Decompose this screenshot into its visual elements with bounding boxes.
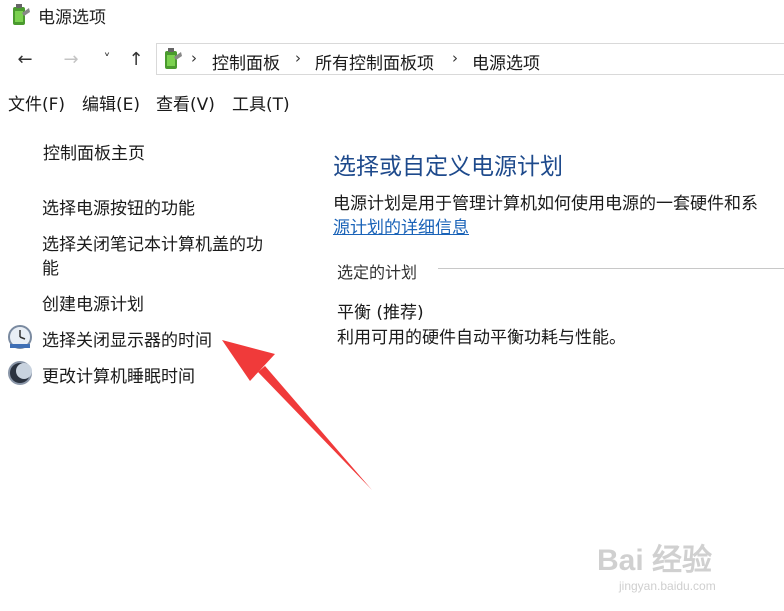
forward-button[interactable]: → xyxy=(60,50,82,70)
address-bar[interactable]: › 控制面板 › 所有控制面板项 › 电源选项 xyxy=(156,43,784,75)
sidebar-item-create-plan[interactable]: 创建电源计划 xyxy=(42,290,144,315)
menu-edit[interactable]: 编辑(E) xyxy=(82,90,140,115)
breadcrumb-power-options[interactable]: 电源选项 xyxy=(472,49,540,74)
window-title: 电源选项 xyxy=(38,8,106,28)
sidebar-item-sleep-time[interactable]: 更改计算机睡眠时间 xyxy=(42,362,195,387)
clock-icon xyxy=(8,325,32,349)
power-plan-details-link[interactable]: 源计划的详细信息 xyxy=(333,213,469,238)
recent-locations-button[interactable]: ˅ xyxy=(96,50,118,70)
back-button[interactable]: ← xyxy=(14,50,36,70)
sidebar-item-power-button[interactable]: 选择电源按钮的功能 xyxy=(42,194,195,219)
plan-name[interactable]: 平衡 (推荐) xyxy=(337,298,424,323)
breadcrumb-control-panel[interactable]: 控制面板 xyxy=(212,49,280,74)
sidebar: 控制面板主页 选择电源按钮的功能 选择关闭笔记本计算机盖的功 能 创建电源计划 … xyxy=(0,120,310,611)
breadcrumb-separator[interactable]: › xyxy=(452,49,458,67)
watermark-brand: Bai 经验 xyxy=(597,544,713,577)
breadcrumb-all-items[interactable]: 所有控制面板项 xyxy=(315,49,434,74)
control-panel-icon xyxy=(165,48,182,69)
control-panel-home-link[interactable]: 控制面板主页 xyxy=(43,139,145,164)
title-bar: 电源选项 xyxy=(0,0,784,30)
sidebar-item-lid-close-cont[interactable]: 能 xyxy=(42,254,59,279)
description-text: 电源计划是用于管理计算机如何使用电源的一套硬件和系 xyxy=(333,194,758,214)
menu-view[interactable]: 查看(V) xyxy=(156,90,215,115)
section-divider xyxy=(438,268,784,269)
moon-icon xyxy=(8,361,32,385)
plan-description: 利用可用的硬件自动平衡功耗与性能。 xyxy=(337,328,626,348)
breadcrumb-separator[interactable]: › xyxy=(295,49,301,67)
menu-file[interactable]: 文件(F) xyxy=(8,90,65,115)
power-options-icon xyxy=(13,4,30,25)
menu-bar: 文件(F) 编辑(E) 查看(V) 工具(T) xyxy=(0,88,784,116)
watermark: Bai 经验 jingyan.baidu.com xyxy=(597,535,777,605)
breadcrumb-separator[interactable]: › xyxy=(191,49,197,67)
sidebar-item-lid-close[interactable]: 选择关闭笔记本计算机盖的功 xyxy=(42,230,263,255)
watermark-url: jingyan.baidu.com xyxy=(619,579,716,593)
selected-plan-label: 选定的计划 xyxy=(337,263,418,282)
up-button[interactable]: ↑ xyxy=(125,50,147,70)
menu-tools[interactable]: 工具(T) xyxy=(232,90,290,115)
sidebar-item-display-off[interactable]: 选择关闭显示器的时间 xyxy=(42,326,212,351)
page-title: 选择或自定义电源计划 xyxy=(333,154,563,180)
